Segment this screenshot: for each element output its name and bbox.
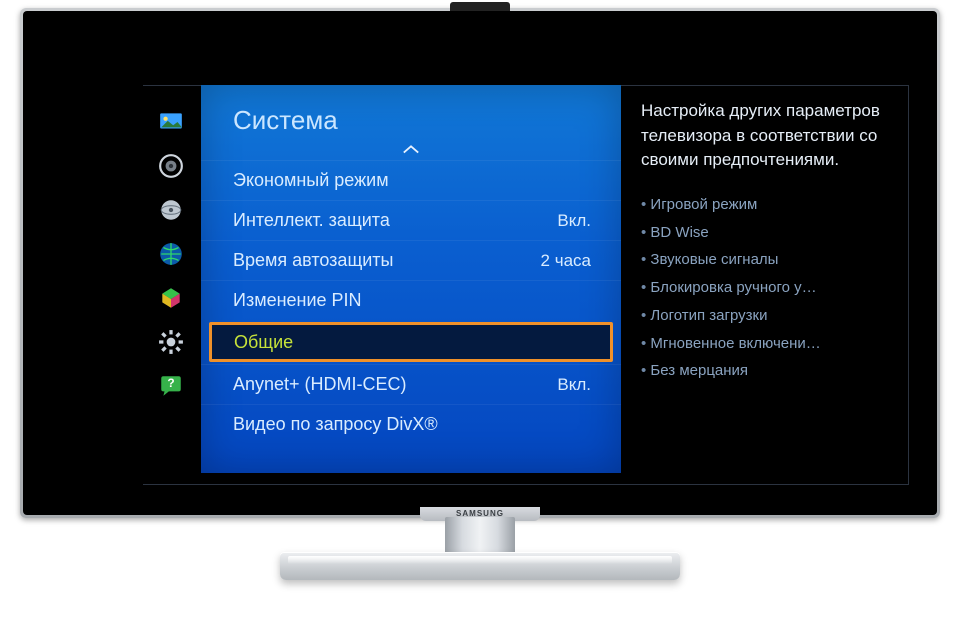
help-bullet: Логотип загрузки <box>641 302 889 330</box>
menu-item-divx-vod[interactable]: Видео по запросу DivX® <box>201 404 621 444</box>
help-panel: Настройка других параметров телевизора в… <box>641 99 889 385</box>
menu-item-label: Видео по запросу DivX® <box>233 414 438 435</box>
help-bullets: Игровой режим BD Wise Звуковые сигналы Б… <box>641 191 889 385</box>
menu-item-value: Вкл. <box>557 211 591 231</box>
svg-text:?: ? <box>167 376 174 390</box>
tv-stand <box>280 552 680 580</box>
menu-item-auto-protect-time[interactable]: Время автозащиты 2 часа <box>201 240 621 280</box>
help-bullet: BD Wise <box>641 219 889 247</box>
broadcast-icon[interactable] <box>158 197 184 223</box>
settings-list-panel: Система Экономный режим Интеллект. защит… <box>201 85 621 473</box>
help-bullet: Звуковые сигналы <box>641 246 889 274</box>
sound-icon[interactable] <box>158 153 184 179</box>
menu-item-label: Экономный режим <box>233 170 389 191</box>
category-sidebar: ? <box>151 109 191 399</box>
help-bullet: Игровой режим <box>641 191 889 219</box>
menu-item-general[interactable]: Общие <box>209 322 613 362</box>
picture-icon[interactable] <box>158 109 184 135</box>
scroll-up-indicator[interactable] <box>201 142 621 160</box>
menu-item-label: Anynet+ (HDMI-CEC) <box>233 374 407 395</box>
menu-item-value: Вкл. <box>557 375 591 395</box>
settings-list: Экономный режим Интеллект. защита Вкл. В… <box>201 160 621 444</box>
tv-frame: ? Система Экономный режим Интеллект. защ… <box>20 8 940 518</box>
help-bullet: Без мерцания <box>641 357 889 385</box>
system-icon[interactable] <box>158 329 184 355</box>
help-bullet: Мгновенное включени… <box>641 330 889 358</box>
menu-item-label: Общие <box>234 332 293 353</box>
menu-item-anynet[interactable]: Anynet+ (HDMI-CEC) Вкл. <box>201 364 621 404</box>
panel-title: Система <box>201 85 621 142</box>
menu-item-smart-protection[interactable]: Интеллект. защита Вкл. <box>201 200 621 240</box>
smarthub-icon[interactable] <box>158 285 184 311</box>
menu-item-label: Изменение PIN <box>233 290 362 311</box>
help-bullet: Блокировка ручного у… <box>641 274 889 302</box>
tv-bezel: ? Система Экономный режим Интеллект. защ… <box>23 11 937 515</box>
network-icon[interactable] <box>158 241 184 267</box>
support-icon[interactable]: ? <box>158 373 184 399</box>
menu-item-change-pin[interactable]: Изменение PIN <box>201 280 621 320</box>
menu-item-eco[interactable]: Экономный режим <box>201 160 621 200</box>
screen: ? Система Экономный режим Интеллект. защ… <box>51 41 909 485</box>
menu-item-value: 2 часа <box>541 251 591 271</box>
help-description: Настройка других параметров телевизора в… <box>641 99 889 173</box>
menu-item-label: Время автозащиты <box>233 250 394 271</box>
tv-neck <box>445 517 515 557</box>
menu-item-label: Интеллект. защита <box>233 210 390 231</box>
